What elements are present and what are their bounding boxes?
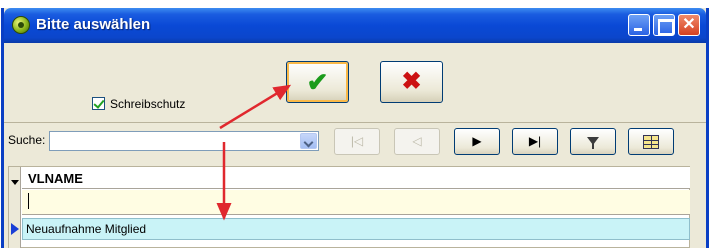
readonly-label: Schreibschutz [110, 97, 186, 111]
grid-options-button[interactable] [628, 128, 674, 155]
search-label: Suche: [8, 133, 46, 147]
search-toolbar: Suche: |◁ ◁ ▶ ▶| [4, 124, 706, 158]
title-bar[interactable]: Bitte auswählen ✕ [4, 8, 706, 43]
maximize-button[interactable] [653, 14, 675, 36]
filter-button[interactable] [570, 128, 616, 155]
checkmark-icon: ✔ [306, 67, 329, 97]
row-indicator-column [9, 167, 21, 248]
grid-options-icon [643, 135, 659, 149]
next-record-icon: ▶ [472, 134, 482, 148]
first-record-icon: |◁ [350, 134, 364, 148]
close-icon: ✕ [682, 16, 696, 33]
filter-icon [587, 137, 599, 149]
filter-row-input[interactable] [22, 190, 690, 215]
table-row[interactable]: Neuaufnahme Mitglied [22, 218, 690, 240]
dialog-window: Bitte auswählen ✕ Schreibschutz ✔ ✖ Such… [1, 8, 709, 248]
minimize-button[interactable] [628, 14, 650, 36]
ok-button[interactable]: ✔ [286, 61, 349, 103]
cross-icon: ✖ [401, 68, 422, 95]
last-record-icon: ▶| [528, 134, 542, 148]
previous-record-button[interactable]: ◁ [394, 128, 440, 155]
search-dropdown-button[interactable] [300, 133, 317, 149]
options-panel: Schreibschutz ✔ ✖ [4, 43, 706, 123]
previous-record-icon: ◁ [412, 134, 422, 148]
next-record-button[interactable]: ▶ [454, 128, 500, 155]
search-combobox[interactable] [49, 131, 319, 151]
app-icon [12, 16, 30, 34]
current-row-pointer-icon [11, 223, 19, 235]
first-record-button[interactable]: |◁ [334, 128, 380, 155]
column-header-vlname[interactable]: VLNAME [22, 167, 690, 189]
cancel-button[interactable]: ✖ [380, 61, 443, 103]
window-title: Bitte auswählen [36, 16, 151, 33]
data-grid: VLNAME Neuaufnahme Mitglied [8, 166, 690, 248]
last-record-button[interactable]: ▶| [512, 128, 558, 155]
header-dropdown-icon[interactable] [11, 180, 19, 185]
text-caret [28, 193, 29, 209]
readonly-checkbox[interactable] [92, 97, 105, 110]
close-window-button[interactable]: ✕ [678, 14, 700, 36]
